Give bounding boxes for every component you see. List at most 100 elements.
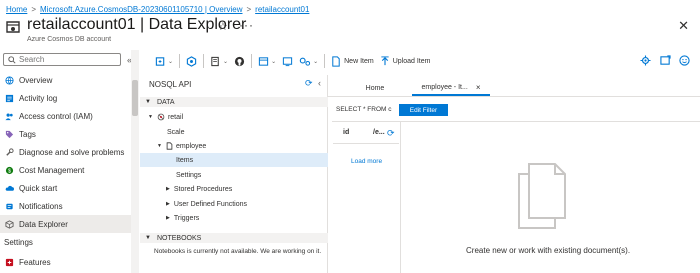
chevron-down-icon: ⌄ (168, 58, 174, 65)
chevron-down-icon: ⌄ (223, 58, 229, 65)
github-icon (234, 56, 245, 67)
udf-label: User Defined Functions (173, 200, 248, 208)
sidebar-item-label: Diagnose and solve problems (19, 147, 125, 157)
smiley-icon[interactable] (679, 55, 690, 66)
triangle-right-icon: ▶ (166, 215, 170, 221)
sidebar-item-cost-management[interactable]: $ Cost Management (0, 161, 131, 179)
column-divider (333, 143, 399, 144)
sidebar-item-features[interactable]: Features (0, 253, 131, 271)
tree-triggers[interactable]: ▶ Triggers (140, 211, 328, 225)
toolbar: ⌄ ⌄ ⌄ ⌄ New Item Upload Item (145, 52, 695, 70)
notebooks-section-header[interactable]: ▼ NOTEBOOKS (140, 233, 328, 243)
tree-container-employee[interactable]: ▼ employee (140, 139, 328, 153)
sidebar-item-notifications[interactable]: Notifications (0, 197, 131, 215)
page-subtitle: Azure Cosmos DB account (27, 36, 112, 43)
tree-user-defined-functions[interactable]: ▶ User Defined Functions (140, 197, 328, 211)
full-screen-icon (282, 56, 293, 67)
container-label: employee (175, 142, 207, 150)
gears-icon (299, 56, 311, 67)
search-field[interactable] (3, 53, 121, 66)
triangle-down-icon: ▼ (145, 235, 151, 241)
close-tab-icon[interactable]: × (476, 83, 481, 92)
container-icon (166, 142, 173, 150)
new-container-button[interactable]: ⌄ (155, 53, 173, 69)
open-query-button[interactable]: ⌄ (210, 53, 228, 69)
upload-item-button[interactable]: Upload Item (380, 53, 431, 69)
data-section-label: DATA (156, 98, 175, 106)
triangle-down-icon: ▼ (157, 143, 162, 149)
breadcrumb-overview-link[interactable]: Microsoft.Azure.CosmosDB-20230601105710 … (40, 5, 242, 14)
favorite-star-icon[interactable]: ☆ (218, 20, 228, 33)
sidebar-item-data-explorer[interactable]: Data Explorer (0, 215, 131, 233)
tree-items[interactable]: Items (140, 153, 328, 167)
tab-employee-items[interactable]: employee - It... × (412, 80, 490, 96)
breadcrumb-home-link[interactable]: Home (6, 5, 27, 14)
query-text[interactable]: SELECT * FROM c (336, 106, 392, 113)
stored-procedures-label: Stored Procedures (173, 185, 233, 193)
tree-database-retail[interactable]: ▼ retail (140, 110, 328, 124)
new-sql-query-button[interactable]: ⌄ (258, 53, 276, 69)
chevron-down-icon: ⌄ (271, 58, 277, 65)
sidebar-item-access-control-iam[interactable]: Access control (IAM) (0, 107, 131, 125)
globe-icon (4, 75, 14, 85)
triangle-right-icon: ▶ (166, 186, 170, 192)
cube-icon (4, 219, 14, 229)
settings-gear-icon[interactable] (640, 55, 651, 66)
upload-icon (380, 55, 390, 67)
wrench-icon (4, 147, 14, 157)
tab-home[interactable]: Home (340, 80, 410, 96)
refresh-documents-icon[interactable]: ⟳ (387, 128, 395, 139)
container-settings-button[interactable]: ⌄ (299, 53, 318, 69)
sidebar-item-label: Data Explorer (19, 219, 68, 229)
document-icon (210, 56, 221, 67)
feedback-icon[interactable] (660, 55, 671, 66)
open-full-screen-button[interactable] (282, 53, 293, 69)
sidebar-item-activity-log[interactable]: Activity log (0, 89, 131, 107)
chevron-down-icon: ⌄ (313, 58, 319, 65)
new-item-button[interactable]: New Item (331, 53, 374, 69)
upload-item-label: Upload Item (392, 57, 431, 65)
sidebar-item-label: Tags (19, 129, 36, 139)
nav-scroll-thumb[interactable] (132, 80, 138, 116)
api-header: NOSQL API (149, 80, 192, 89)
sidebar-item-diagnose-and-solve-problems[interactable]: Diagnose and solve problems (0, 143, 131, 161)
collapse-tree-icon[interactable]: ‹ (318, 78, 321, 88)
refresh-icon[interactable]: ⟳ (305, 78, 313, 89)
toolbar-divider (251, 54, 253, 68)
more-options-icon[interactable]: ··· (239, 18, 254, 32)
settings-hex-icon (186, 55, 197, 67)
breadcrumb-separator: > (246, 4, 252, 14)
search-input[interactable] (19, 55, 114, 64)
tag-icon (4, 129, 14, 139)
settings-section-label: Settings (4, 238, 33, 247)
triangle-down-icon: ▼ (148, 114, 153, 120)
column-header-id[interactable]: id (343, 129, 349, 136)
new-document-icon (331, 55, 341, 67)
sidebar-item-tags[interactable]: Tags (0, 125, 131, 143)
sidebar-item-overview[interactable]: Overview (0, 71, 131, 89)
tree-stored-procedures[interactable]: ▶ Stored Procedures (140, 182, 328, 196)
cosmos-shell-button[interactable] (186, 53, 197, 69)
tree-scale[interactable]: Scale (140, 125, 328, 139)
sidebar-item-label: Notifications (19, 201, 63, 211)
items-label: Items (176, 156, 194, 164)
breadcrumb-account-link[interactable]: retailaccount01 (255, 5, 309, 14)
search-icon (8, 55, 16, 64)
database-icon (157, 113, 165, 121)
close-icon[interactable]: ✕ (678, 18, 689, 34)
column-header-partition[interactable]: /e... (373, 129, 385, 136)
tree-settings[interactable]: Settings (140, 168, 328, 182)
sidebar-item-quick-start[interactable]: Quick start (0, 179, 131, 197)
github-button[interactable] (234, 53, 245, 69)
empty-documents-icon (513, 160, 573, 230)
toolbar-divider (324, 54, 326, 68)
tab-divider (328, 96, 700, 97)
cost-icon: $ (4, 165, 14, 175)
iam-people-icon (4, 111, 14, 121)
data-section-header[interactable]: ▼ DATA (140, 97, 328, 107)
sidebar-item-label: Activity log (19, 93, 58, 103)
cloud-icon (4, 183, 14, 193)
load-more-link[interactable]: Load more (351, 158, 382, 165)
edit-filter-button[interactable]: Edit Filter (399, 104, 448, 116)
breadcrumb-separator: > (31, 4, 37, 14)
